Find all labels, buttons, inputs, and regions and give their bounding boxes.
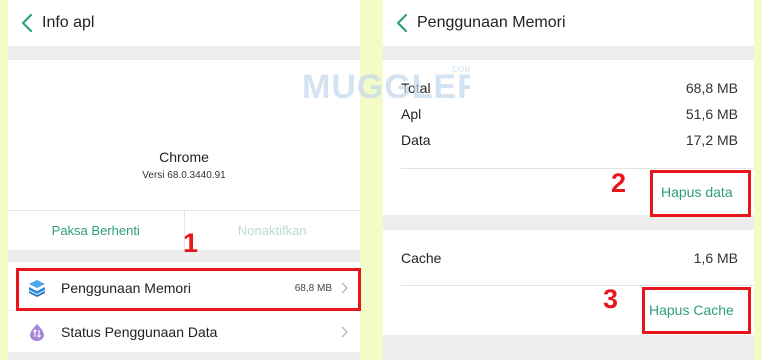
stat-label: Data <box>401 132 431 148</box>
stat-label: Cache <box>401 250 442 266</box>
stat-apps: Apl 51,6 MB <box>401 106 738 122</box>
svg-text:.COM: .COM <box>450 65 470 74</box>
app-version: Versi 68.0.3440.91 <box>142 170 226 181</box>
data-usage-item[interactable]: Status Penggunaan Data <box>8 310 360 352</box>
back-arrow-icon[interactable] <box>18 12 36 34</box>
page-title: Info apl <box>42 14 95 31</box>
stat-value: 51,6 MB <box>685 106 738 122</box>
divider <box>401 168 754 169</box>
stat-value: 68,8 MB <box>685 80 738 96</box>
stat-cache: Cache 1,6 MB <box>401 250 738 266</box>
data-usage-label: Status Penggunaan Data <box>61 323 218 340</box>
highlight-clear-data <box>650 170 751 217</box>
force-stop-button[interactable]: Paksa Berhenti <box>8 211 184 250</box>
chevron-right-icon <box>341 326 348 337</box>
data-drop-icon <box>28 323 46 341</box>
app-info-header: Info apl <box>8 0 360 46</box>
muggler-watermark-logo: MUGGLER .COM <box>302 65 470 106</box>
svg-text:MUGGLER: MUGGLER <box>302 68 470 106</box>
highlight-memory-usage <box>16 268 361 311</box>
app-name: Chrome <box>159 149 209 165</box>
page-title: Penggunaan Memori <box>417 14 566 31</box>
stat-value: 17,2 MB <box>685 132 738 148</box>
step-number-2: 2 <box>611 168 627 198</box>
disable-button[interactable]: Nonaktifkan <box>183 211 361 250</box>
stat-data: Data 17,2 MB <box>401 132 738 148</box>
back-arrow-icon[interactable] <box>393 12 411 34</box>
stat-value: 1,6 MB <box>693 250 738 266</box>
divider <box>401 285 754 286</box>
memory-usage-header: Penggunaan Memori <box>383 0 754 46</box>
stat-label: Apl <box>401 106 422 122</box>
step-number-3: 3 <box>603 284 619 314</box>
step-number-1: 1 <box>183 228 199 258</box>
highlight-clear-cache <box>642 287 751 334</box>
